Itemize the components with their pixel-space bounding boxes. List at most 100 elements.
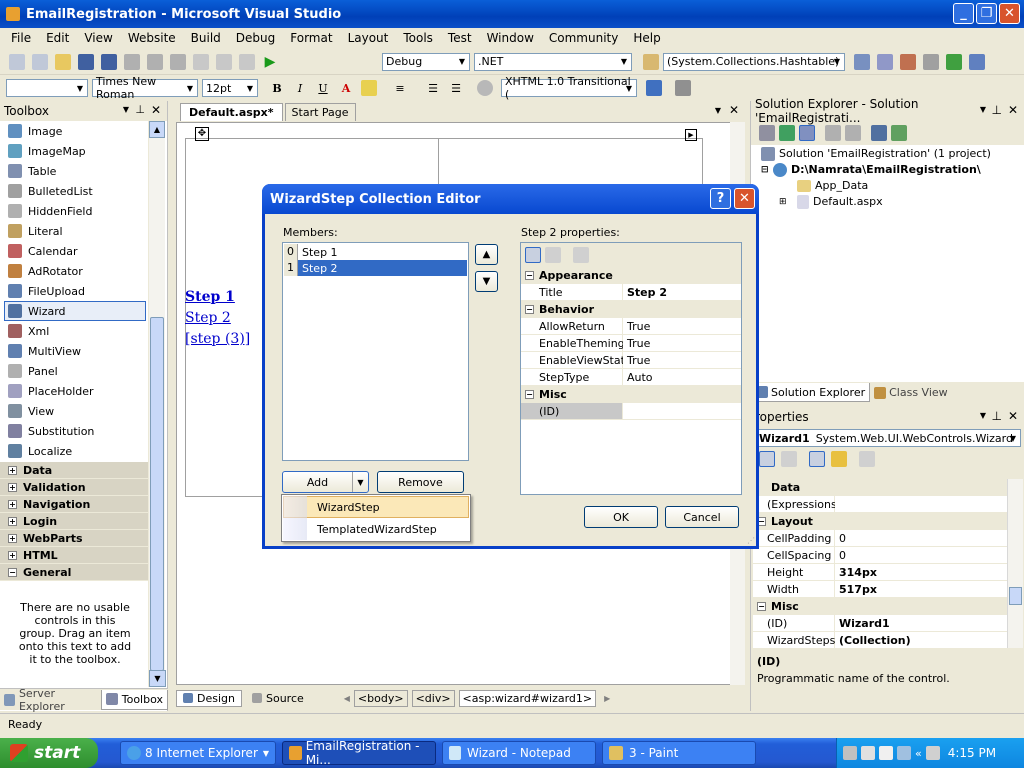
- taskbar-internet-explorer[interactable]: 8 Internet Explorer ▼: [120, 741, 276, 765]
- menu-help[interactable]: Help: [626, 31, 668, 45]
- toolbox-category-login[interactable]: + Login: [0, 513, 148, 530]
- expand-icon[interactable]: ⊞: [779, 194, 797, 210]
- menu-item-wizardstep[interactable]: WizardStep: [283, 496, 469, 518]
- menu-window[interactable]: Window: [480, 31, 542, 45]
- property-row-enableviewstate[interactable]: EnableViewState True: [521, 352, 741, 369]
- navigate-icon[interactable]: [236, 51, 258, 73]
- wizard-sidebar-link-3[interactable]: [step (3)]: [185, 329, 250, 350]
- expand-icon[interactable]: +: [8, 533, 17, 543]
- expand-icon[interactable]: +: [8, 499, 17, 509]
- property-row-enabletheming[interactable]: EnableTheming True: [521, 335, 741, 352]
- events-icon[interactable]: [831, 451, 847, 467]
- category-behavior[interactable]: − Behavior: [521, 301, 741, 318]
- expand-icon[interactable]: +: [8, 482, 17, 492]
- toolbox-item-fileupload[interactable]: FileUpload: [0, 281, 148, 301]
- breadcrumb-item[interactable]: <body>: [353, 689, 408, 707]
- alphabetical-icon[interactable]: [781, 451, 797, 467]
- menu-tools[interactable]: Tools: [396, 31, 441, 45]
- breadcrumb-item[interactable]: <asp:wizard#wizard1>: [458, 689, 597, 707]
- property-row-title[interactable]: Title Step 2: [521, 284, 741, 301]
- aspnet-config-icon[interactable]: [891, 125, 907, 141]
- category-appearance[interactable]: − Appearance: [521, 267, 741, 284]
- find-icon[interactable]: [640, 51, 662, 73]
- find-in-files-icon[interactable]: [851, 51, 873, 73]
- pin-icon[interactable]: ⊥: [992, 103, 1002, 117]
- taskbar-visual-studio[interactable]: EmailRegistration - Mi...: [282, 739, 436, 767]
- dropdown-arrow-icon[interactable]: ▼: [980, 105, 986, 114]
- close-icon[interactable]: ✕: [1008, 409, 1018, 423]
- breadcrumb-item[interactable]: <div>: [411, 689, 455, 707]
- close-icon[interactable]: ✕: [151, 103, 161, 117]
- expand-icon[interactable]: +: [8, 550, 17, 560]
- members-list[interactable]: 0 Step 1 1 Step 2: [282, 242, 469, 461]
- toolbox-scrollbar[interactable]: ▲ ▼: [148, 121, 166, 687]
- menu-view[interactable]: View: [77, 31, 120, 45]
- menu-layout[interactable]: Layout: [341, 31, 397, 45]
- underline-icon[interactable]: U: [312, 77, 334, 99]
- add-dropdown-arrow-icon[interactable]: ▼: [352, 472, 368, 492]
- properties-scrollbar[interactable]: [1007, 479, 1023, 648]
- close-button[interactable]: ✕: [999, 3, 1020, 24]
- menu-item-templatedwizardstep[interactable]: TemplatedWizardStep: [283, 518, 469, 540]
- toolbox-item-wizard[interactable]: Wizard: [4, 301, 146, 321]
- ok-button[interactable]: OK: [584, 506, 658, 528]
- menu-debug[interactable]: Debug: [229, 31, 283, 45]
- solution-explorer-icon[interactable]: [874, 51, 896, 73]
- tray-help-icon[interactable]: [879, 746, 893, 760]
- toolbox-item-literal[interactable]: Literal: [0, 221, 148, 241]
- toolbox-item-localize[interactable]: Localize: [0, 441, 148, 461]
- member-item[interactable]: 1 Step 2: [284, 260, 467, 276]
- save-all-icon[interactable]: [98, 51, 120, 73]
- restore-button[interactable]: ❐: [976, 3, 997, 24]
- font-size-dropdown[interactable]: 12pt ▼: [202, 79, 258, 97]
- cut-icon[interactable]: [121, 51, 143, 73]
- expand-icon[interactable]: +: [8, 465, 17, 475]
- collapse-icon[interactable]: −: [8, 567, 17, 577]
- categorized-icon[interactable]: [525, 247, 541, 263]
- cancel-button[interactable]: Cancel: [665, 506, 739, 528]
- menu-website[interactable]: Website: [121, 31, 184, 45]
- resize-grip-icon[interactable]: ⋰: [747, 536, 755, 545]
- properties-icon[interactable]: [759, 125, 775, 141]
- collapse-icon[interactable]: ⊟: [761, 162, 773, 178]
- find-combo[interactable]: (System.Collections.Hashtable) ▼: [663, 52, 845, 71]
- tools-icon[interactable]: [920, 51, 942, 73]
- design-view-tab[interactable]: Design: [176, 689, 242, 707]
- toolbox-category-validation[interactable]: + Validation: [0, 479, 148, 496]
- highlight-icon[interactable]: [358, 77, 380, 99]
- property-row-allowreturn[interactable]: AllowReturn True: [521, 318, 741, 335]
- menu-file[interactable]: File: [4, 31, 39, 45]
- smart-tag-icon[interactable]: ▶: [685, 129, 697, 141]
- pin-icon[interactable]: ⊥: [992, 409, 1002, 423]
- property-row-id[interactable]: (ID) Wizard1: [753, 615, 1007, 632]
- toolbox-item-panel[interactable]: Panel: [0, 361, 148, 381]
- properties-view-icon[interactable]: [809, 451, 825, 467]
- add-button[interactable]: Add ▼: [282, 471, 369, 493]
- solution-explorer-tab[interactable]: Solution Explorer: [751, 383, 871, 402]
- property-row-id[interactable]: (ID): [521, 403, 741, 420]
- object-selector[interactable]: Wizard1 System.Web.UI.WebControls.Wizard ▼: [755, 429, 1021, 447]
- remove-button[interactable]: Remove: [377, 471, 464, 493]
- collapse-icon[interactable]: −: [525, 305, 534, 314]
- tray-network-icon[interactable]: [897, 746, 911, 760]
- collapse-icon[interactable]: −: [525, 390, 534, 399]
- tray-keyboard-icon[interactable]: [861, 746, 875, 760]
- italic-icon[interactable]: I: [289, 77, 311, 99]
- redo-icon[interactable]: [213, 51, 235, 73]
- validate-icon[interactable]: [643, 77, 665, 99]
- minimize-button[interactable]: _: [953, 3, 974, 24]
- show-all-files-icon[interactable]: [799, 125, 815, 141]
- toolbox-category-general[interactable]: − General: [0, 564, 148, 581]
- menu-community[interactable]: Community: [542, 31, 626, 45]
- bold-icon[interactable]: B: [266, 77, 288, 99]
- toolbox-item-xml[interactable]: Xml: [0, 321, 148, 341]
- source-view-tab[interactable]: Source: [246, 691, 310, 706]
- tree-project-node[interactable]: ⊟ D:\Namrata\EmailRegistration\: [761, 162, 991, 178]
- toolbox-item-placeholder[interactable]: PlaceHolder: [0, 381, 148, 401]
- taskbar-paint[interactable]: 3 - Paint: [602, 741, 756, 765]
- property-group-data[interactable]: Data: [753, 479, 1007, 496]
- toolbox-item-table[interactable]: Table: [0, 161, 148, 181]
- menu-format[interactable]: Format: [283, 31, 340, 45]
- align-icon[interactable]: ≡: [389, 77, 411, 99]
- style-icon[interactable]: [474, 77, 496, 99]
